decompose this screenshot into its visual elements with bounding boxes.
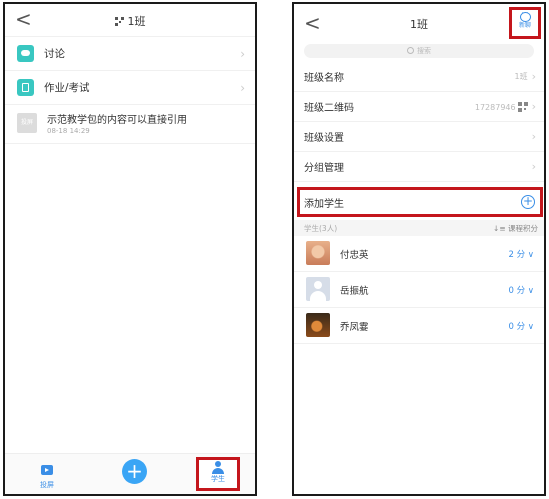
score-dropdown[interactable]: 2 分 ∨ bbox=[508, 248, 534, 260]
score-dropdown[interactable]: 0 分 ∨ bbox=[508, 284, 534, 296]
cast-icon bbox=[41, 465, 53, 475]
row-class-settings[interactable]: 班级设置 › bbox=[294, 122, 544, 152]
row-label: 作业/考试 bbox=[44, 82, 90, 94]
student-name: 付忠英 bbox=[340, 250, 369, 261]
search-bar: 搜索 bbox=[294, 40, 544, 62]
add-student-label: 添加学生 bbox=[304, 198, 344, 210]
row-value: 1班 bbox=[514, 72, 528, 81]
qr-code-icon[interactable] bbox=[114, 17, 124, 26]
student-name: 岳振航 bbox=[340, 286, 369, 297]
chevron-right-icon: › bbox=[531, 100, 536, 113]
row-class-qrcode[interactable]: 班级二维码 17287946 › bbox=[294, 92, 544, 122]
row-discussion[interactable]: 讨论 › bbox=[5, 37, 255, 71]
page-title: 1班 bbox=[5, 13, 255, 29]
plus-circle-icon[interactable]: + bbox=[521, 195, 535, 209]
sort-by-points-button[interactable]: ↓≡ 课程积分 bbox=[493, 223, 538, 234]
qr-code-icon bbox=[517, 101, 528, 112]
class-students-screen: < 1班 新聊 搜索 班级名称 1班 › 班级二维码 17287946 › 班级… bbox=[292, 2, 546, 496]
chat-bubble-icon bbox=[519, 9, 531, 22]
resource-time: 08-18 14:29 bbox=[47, 127, 90, 135]
row-group-management[interactable]: 分组管理 › bbox=[294, 152, 544, 182]
search-input[interactable]: 搜索 bbox=[304, 44, 534, 58]
row-class-name[interactable]: 班级名称 1班 › bbox=[294, 62, 544, 92]
tab-cast[interactable]: 投屏 bbox=[35, 460, 59, 490]
top-bar: < 1班 bbox=[5, 4, 255, 37]
top-bar: < 1班 新聊 bbox=[294, 4, 544, 40]
page-title: 1班 bbox=[410, 18, 428, 31]
row-label: 班级二维码 bbox=[304, 103, 354, 114]
avatar bbox=[306, 277, 330, 301]
class-title: 1班 bbox=[127, 15, 146, 28]
class-home-screen: < 1班 讨论 › 作业/考试 › 投屏 示范教学包的内容可以直接引用 08-1… bbox=[3, 2, 257, 496]
search-placeholder: 搜索 bbox=[417, 47, 431, 55]
row-label: 分组管理 bbox=[304, 163, 344, 174]
chevron-right-icon: › bbox=[240, 80, 245, 95]
chevron-right-icon: › bbox=[531, 70, 536, 83]
avatar bbox=[306, 313, 330, 337]
student-count: 学生(3人) bbox=[304, 223, 338, 233]
bottom-tab-bar: 投屏 + 学生 bbox=[5, 453, 255, 494]
person-icon bbox=[211, 461, 225, 474]
add-student-row[interactable]: 添加学生 + bbox=[297, 187, 543, 217]
new-chat-label: 新聊 bbox=[518, 22, 531, 29]
resource-thumbnail: 投屏 bbox=[17, 113, 37, 133]
class-code: 17287946 bbox=[474, 102, 516, 112]
chevron-right-icon: › bbox=[240, 46, 245, 61]
discuss-icon bbox=[17, 45, 34, 62]
chevron-right-icon: › bbox=[531, 130, 536, 143]
row-label: 讨论 bbox=[44, 48, 65, 60]
tab-label: 投屏 bbox=[40, 481, 54, 489]
row-label: 班级名称 bbox=[304, 73, 344, 84]
student-name: 乔凤霎 bbox=[340, 322, 369, 333]
row-label: 班级设置 bbox=[304, 133, 344, 144]
homework-icon bbox=[17, 79, 34, 96]
avatar bbox=[306, 241, 330, 265]
add-button[interactable]: + bbox=[122, 459, 147, 484]
score-dropdown[interactable]: 0 分 ∨ bbox=[508, 320, 534, 332]
chevron-right-icon: › bbox=[531, 160, 536, 173]
list-item[interactable]: 付忠英 2 分 ∨ bbox=[294, 236, 544, 272]
resource-title: 示范教学包的内容可以直接引用 bbox=[47, 115, 187, 126]
tab-label: 学生 bbox=[211, 475, 225, 483]
list-item[interactable]: 乔凤霎 0 分 ∨ bbox=[294, 308, 544, 344]
students-section-header: 学生(3人) ↓≡ 课程积分 bbox=[294, 220, 544, 236]
tab-students[interactable]: 学生 bbox=[196, 457, 240, 491]
list-item[interactable]: 岳振航 0 分 ∨ bbox=[294, 272, 544, 308]
search-icon bbox=[407, 47, 414, 54]
row-homework-exam[interactable]: 作业/考试 › bbox=[5, 71, 255, 105]
resource-item[interactable]: 投屏 示范教学包的内容可以直接引用 08-18 14:29 bbox=[5, 105, 255, 144]
new-chat-button[interactable]: 新聊 bbox=[509, 7, 541, 39]
row-value: 17287946 bbox=[474, 101, 528, 112]
student-list: 付忠英 2 分 ∨ 岳振航 0 分 ∨ 乔凤霎 0 分 ∨ bbox=[294, 236, 544, 344]
